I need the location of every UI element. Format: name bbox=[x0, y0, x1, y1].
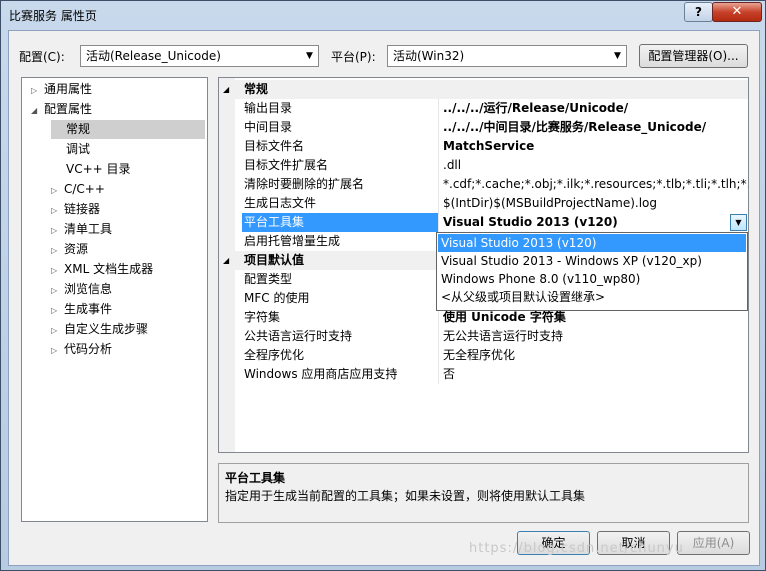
tree-item[interactable]: ▷ 资源 bbox=[51, 240, 88, 259]
platform-label: 平台(P): bbox=[331, 50, 376, 64]
apply-button[interactable]: 应用(A) bbox=[677, 531, 750, 555]
watermark: https://blog.csdn.net/chunyu bbox=[469, 541, 684, 556]
platform-select[interactable]: 活动(Win32) ▼ bbox=[387, 45, 627, 67]
tree-item[interactable]: ▷ 链接器 bbox=[51, 200, 100, 219]
expand-arrow-icon[interactable]: ▷ bbox=[51, 221, 64, 240]
platform-select-value: 活动(Win32) bbox=[393, 49, 465, 63]
property-row[interactable]: 生成日志文件 $(IntDir)$(MSBuildProjectName).log bbox=[235, 194, 748, 213]
property-row-selected[interactable]: 平台工具集 Visual Studio 2013 (v120) ▼ bbox=[235, 213, 748, 232]
tree-item[interactable]: ◢ 配置属性 bbox=[31, 100, 92, 119]
tree-item[interactable]: ▷ 代码分析 bbox=[51, 340, 112, 359]
tree-item[interactable]: ▷ 自定义生成步骤 bbox=[51, 320, 148, 339]
collapse-arrow-icon[interactable]: ◢ bbox=[31, 101, 44, 120]
toolset-dropdown-list: Visual Studio 2013 (v120) Visual Studio … bbox=[436, 232, 748, 311]
tree-item[interactable]: VC++ 目录 bbox=[66, 160, 131, 179]
tree-item[interactable]: ▷ 浏览信息 bbox=[51, 280, 112, 299]
property-row[interactable]: 中间目录 ../../../中间目录/比赛服务/Release_Unicode/ bbox=[235, 118, 748, 137]
property-row[interactable]: 清除时要删除的扩展名 *.cdf;*.cache;*.obj;*.ilk;*.re… bbox=[235, 175, 748, 194]
expand-arrow-icon[interactable]: ▷ bbox=[51, 321, 64, 340]
tree-item[interactable]: ▷ 通用属性 bbox=[31, 80, 92, 99]
expand-arrow-icon[interactable]: ▷ bbox=[51, 281, 64, 300]
properties-dialog: 比赛服务 属性页 ? ✕ 配置(C): 活动(Release_Unicode) … bbox=[0, 0, 766, 571]
config-label: 配置(C): bbox=[19, 50, 65, 64]
tree-item[interactable]: ▷ 清单工具 bbox=[51, 220, 112, 239]
property-row[interactable]: 全程序优化 无全程序优化 bbox=[235, 346, 748, 365]
config-select-value: 活动(Release_Unicode) bbox=[86, 49, 221, 63]
property-row[interactable]: Windows 应用商店应用支持否 bbox=[235, 365, 748, 384]
config-manager-button[interactable]: 配置管理器(O)... bbox=[639, 44, 748, 68]
chevron-down-icon: ▼ bbox=[735, 218, 742, 227]
property-row[interactable]: 输出目录 ../../../运行/Release/Unicode/ bbox=[235, 99, 748, 118]
expand-arrow-icon[interactable]: ▷ bbox=[51, 181, 64, 200]
expand-arrow-icon[interactable]: ▷ bbox=[51, 341, 64, 360]
property-row[interactable]: 目标文件名 MatchService bbox=[235, 137, 748, 156]
category-tree: ▷ 通用属性 ◢ 配置属性 常规 调试 VC++ 目录 ▷ C/C++ ▷ 链接器 ▷ 清… bbox=[21, 77, 208, 522]
category-header[interactable]: ◢ 常规 bbox=[219, 80, 748, 99]
dropdown-option[interactable]: Visual Studio 2013 - Windows XP (v120_xp… bbox=[438, 252, 746, 270]
chevron-down-icon: ▼ bbox=[306, 51, 313, 61]
expand-arrow-icon[interactable]: ▷ bbox=[51, 241, 64, 260]
window-title: 比赛服务 属性页 bbox=[9, 9, 97, 23]
expand-arrow-icon[interactable]: ▷ bbox=[51, 301, 64, 320]
tree-item[interactable]: ▷ C/C++ bbox=[51, 180, 105, 199]
toolset-value[interactable]: Visual Studio 2013 (v120) bbox=[441, 213, 748, 232]
dropdown-option-selected[interactable]: Visual Studio 2013 (v120) bbox=[438, 234, 746, 252]
collapse-arrow-icon[interactable]: ◢ bbox=[223, 80, 229, 99]
tree-item[interactable]: ▷ 生成事件 bbox=[51, 300, 112, 319]
property-row[interactable]: 目标文件扩展名 .dll bbox=[235, 156, 748, 175]
close-button[interactable]: ✕ bbox=[712, 2, 762, 22]
description-title: 平台工具集 bbox=[225, 471, 286, 485]
dropdown-button[interactable]: ▼ bbox=[730, 214, 747, 231]
description-panel: 平台工具集 指定用于生成当前配置的工具集；如果未设置，则将使用默认工具集 bbox=[218, 463, 749, 523]
tree-item-selected[interactable]: 常规 bbox=[51, 120, 205, 139]
title-bar[interactable]: 比赛服务 属性页 ? ✕ bbox=[1, 1, 765, 27]
help-button[interactable]: ? bbox=[684, 2, 713, 22]
chevron-down-icon: ▼ bbox=[614, 51, 621, 61]
tree-item[interactable]: ▷ XML 文档生成器 bbox=[51, 260, 153, 279]
dropdown-option[interactable]: <从父级或项目默认设置继承> bbox=[438, 288, 746, 306]
config-select[interactable]: 活动(Release_Unicode) ▼ bbox=[80, 45, 319, 67]
collapse-arrow-icon[interactable]: ◢ bbox=[223, 251, 229, 270]
expand-arrow-icon[interactable]: ▷ bbox=[51, 261, 64, 280]
dropdown-option[interactable]: Windows Phone 8.0 (v110_wp80) bbox=[438, 270, 746, 288]
property-row[interactable]: 公共语言运行时支持 无公共语言运行时支持 bbox=[235, 327, 748, 346]
tree-item[interactable]: 调试 bbox=[66, 140, 90, 159]
expand-arrow-icon[interactable]: ▷ bbox=[51, 201, 64, 220]
expand-arrow-icon[interactable]: ▷ bbox=[31, 81, 44, 100]
description-text: 指定用于生成当前配置的工具集；如果未设置，则将使用默认工具集 bbox=[225, 489, 586, 503]
